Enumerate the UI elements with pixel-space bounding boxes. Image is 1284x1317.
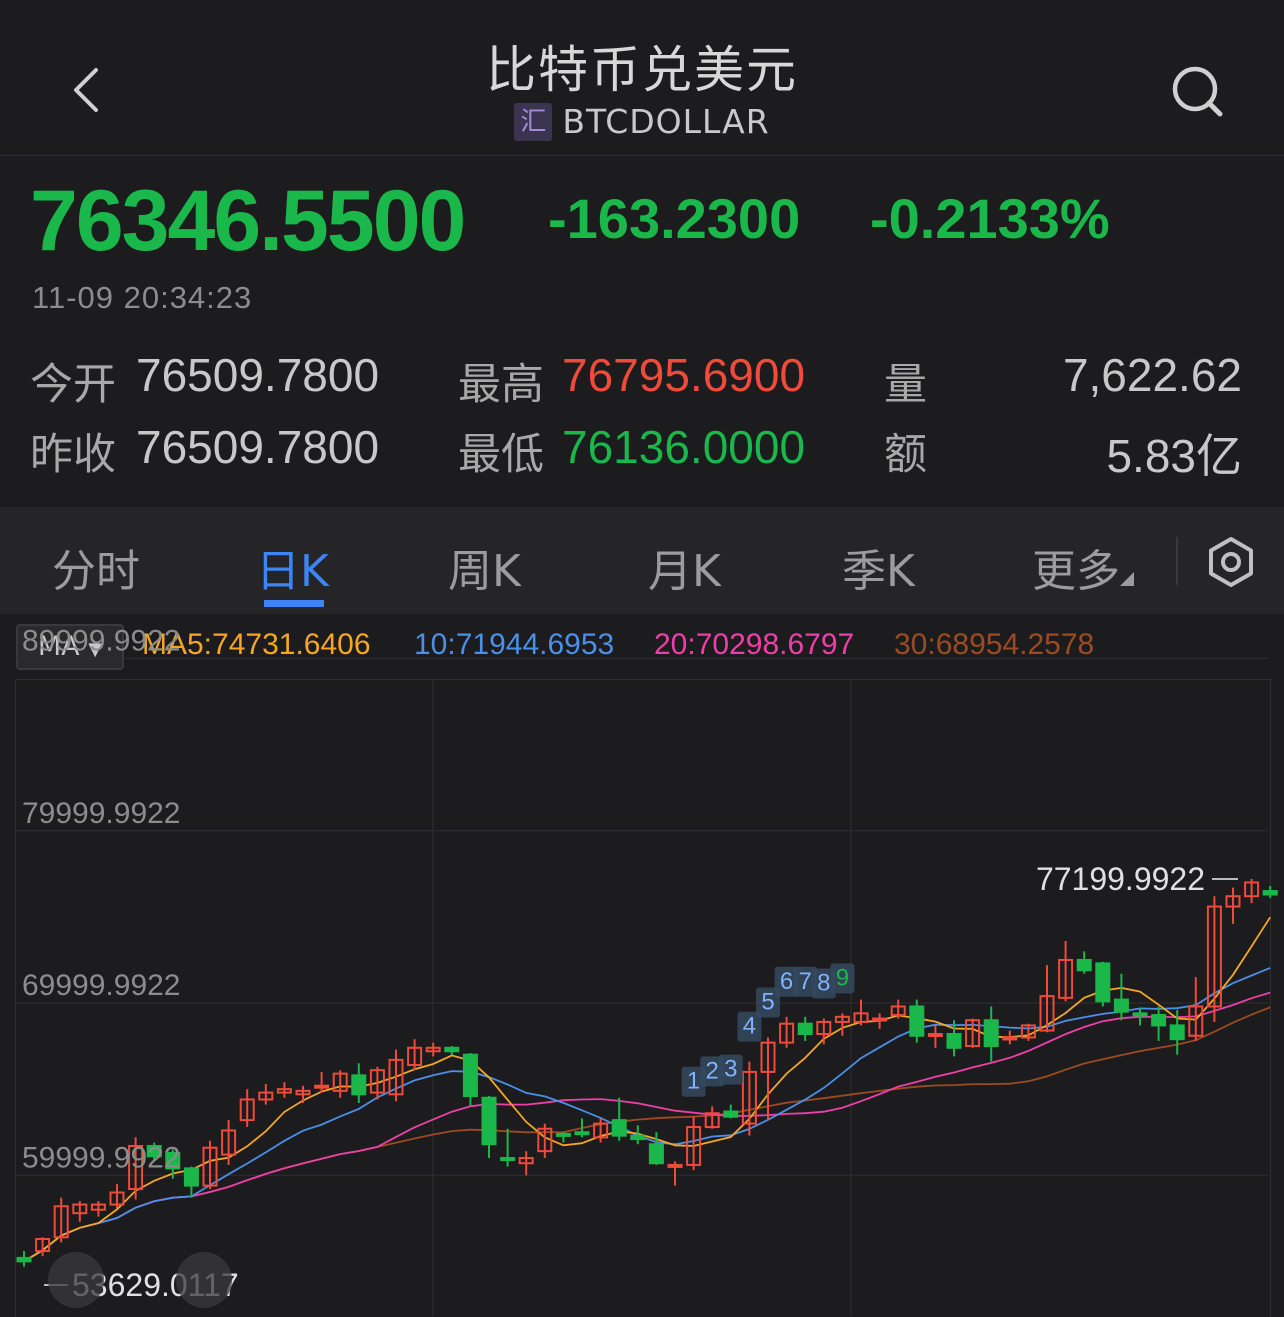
open-value: 76509.7800 (136, 349, 380, 401)
tab-daily-k[interactable]: 日K (256, 535, 329, 599)
search-icon[interactable] (1168, 62, 1226, 120)
symbol-code: BTCDOLLAR (562, 102, 770, 141)
chart-zoom-out-button[interactable] (176, 1252, 232, 1308)
volume-value: 7,622.62 (1062, 349, 1242, 401)
chart-zoom-in-button[interactable] (48, 1252, 104, 1308)
ma5-value: MA5:74731.6406 (142, 628, 371, 661)
indicator-select-label: MA (37, 631, 80, 662)
kline-chart[interactable] (15, 679, 1271, 1317)
quote-timestamp: 11-09 20:34:23 (32, 280, 253, 315)
last-price: 76346.5500 (30, 173, 466, 269)
amount-label: 额 (884, 430, 927, 480)
low-label: 最低 (458, 430, 544, 480)
indicator-select[interactable]: MA ▼ (16, 624, 124, 670)
price-change: -163.2300 (548, 187, 801, 250)
symbol-row: 汇 BTCDOLLAR (0, 100, 1284, 141)
high-label: 最高 (458, 360, 544, 410)
tab-weekly-k[interactable]: 周K (448, 535, 521, 599)
forex-badge: 汇 (514, 102, 553, 141)
price-change-percent: -0.2133% (870, 187, 1110, 250)
volume-label: 量 (884, 360, 927, 410)
tab-more[interactable]: 更多 (1032, 535, 1134, 599)
period-tabs: 分时 日K 周K 月K 季K 更多 (0, 507, 1284, 614)
page-title: 比特币兑美元 (486, 41, 798, 99)
settings-icon[interactable] (1204, 535, 1258, 589)
ma20-value: 20:70298.6797 (654, 628, 855, 661)
tab-divider (1176, 537, 1178, 585)
tab-quarterly-k[interactable]: 季K (842, 535, 915, 599)
prev-close-label: 昨收 (30, 430, 116, 480)
corner-triangle-icon (1120, 572, 1134, 586)
tab-monthly-k[interactable]: 月K (648, 535, 721, 599)
active-tab-indicator (264, 600, 324, 607)
low-value: 76136.0000 (562, 421, 806, 473)
chevron-down-icon: ▼ (88, 639, 103, 660)
ma10-value: 10:71944.6953 (414, 628, 615, 661)
amount-value: 5.83亿 (1106, 430, 1242, 482)
tab-more-label: 更多 (1032, 546, 1120, 597)
ma30-value: 30:68954.2578 (894, 628, 1095, 661)
tab-intraday[interactable]: 分时 (52, 535, 140, 599)
open-label: 今开 (30, 360, 116, 410)
high-value: 76795.6900 (562, 349, 806, 401)
prev-close-value: 76509.7800 (136, 421, 380, 473)
